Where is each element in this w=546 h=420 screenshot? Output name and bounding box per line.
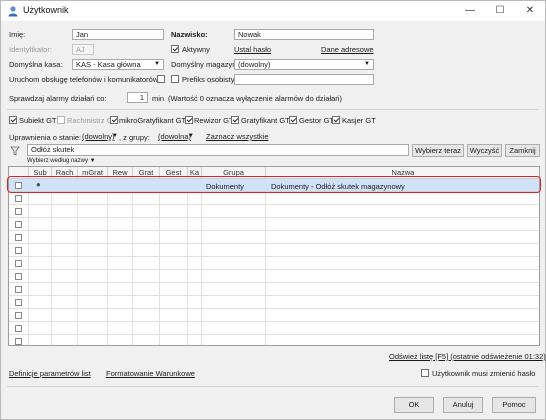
row-checkbox[interactable]: [15, 338, 22, 345]
last-name-field[interactable]: Nowak: [234, 29, 374, 40]
role-rewizor-label: Rewizor GT: [194, 116, 234, 125]
chevron-down-icon: ▼: [188, 133, 194, 139]
column-header-rach[interactable]: Rach: [52, 167, 78, 179]
default-register-value: KAS - Kasa główna: [76, 60, 141, 69]
role-gratyfikant-label: Gratyfikant GT: [241, 116, 290, 125]
row-checkbox[interactable]: [15, 299, 22, 306]
column-header-select[interactable]: [9, 167, 29, 179]
set-password-link[interactable]: Ustal hasło: [234, 45, 271, 54]
first-name-label: Imię:: [9, 30, 26, 39]
must-change-password-label: Użytkownik musi zmienić hasło: [432, 369, 536, 378]
column-header-rew[interactable]: Rew: [108, 167, 133, 179]
phone-service-checkbox[interactable]: [157, 75, 165, 83]
identifier-label: Identyfikator:: [9, 45, 52, 54]
column-header-gest[interactable]: Gest: [160, 167, 188, 179]
row-checkbox[interactable]: [15, 208, 22, 215]
maximize-button[interactable]: ☐: [485, 1, 515, 21]
column-header-sub[interactable]: Sub: [29, 167, 52, 179]
choose-now-button[interactable]: Wybierz teraz: [412, 144, 464, 157]
minimize-button[interactable]: —: [455, 1, 485, 21]
column-header-nazwa[interactable]: Nazwa: [266, 167, 539, 179]
row-checkbox[interactable]: [15, 221, 22, 228]
list-parameters-link[interactable]: Definicje parametrów list: [9, 369, 91, 378]
row-checkbox[interactable]: [15, 286, 22, 293]
conditional-formatting-link[interactable]: Formatowanie Warunkowe: [106, 369, 195, 378]
alarm-label: Sprawdzaj alarmy działań co:: [9, 94, 107, 103]
column-header-ka[interactable]: Ka: [188, 167, 202, 179]
chevron-down-icon: ▼: [112, 133, 118, 139]
group-filter-label: , z grupy:: [119, 133, 150, 142]
grid-lines: [9, 192, 539, 345]
alarm-note: (Wartość 0 oznacza wyłączenie alarmów do…: [168, 94, 342, 103]
first-name-field[interactable]: Jan: [72, 29, 164, 40]
cancel-button[interactable]: Anuluj: [443, 397, 483, 413]
chevron-down-icon: ▼: [364, 61, 370, 67]
help-button[interactable]: Pomoc: [492, 397, 536, 413]
role-gestor-label: Gestor GT: [299, 116, 335, 125]
row-checkbox[interactable]: [15, 234, 22, 241]
window-title: Użytkownik: [23, 5, 69, 15]
role-gratyfikant-checkbox[interactable]: [231, 116, 239, 124]
personal-prefix-checkbox[interactable]: [171, 75, 179, 83]
alarm-interval-field[interactable]: 1: [127, 92, 148, 103]
default-warehouse-value: (dowolny): [238, 60, 271, 69]
close-search-button[interactable]: Zamknij: [505, 144, 540, 157]
phone-service-label: Uruchom obsługę telefonów i komunikatoró…: [9, 75, 159, 84]
divider: [7, 109, 539, 110]
identifier-field[interactable]: AJ: [72, 44, 94, 55]
default-register-select[interactable]: KAS - Kasa główna ▼: [72, 59, 164, 70]
address-data-link[interactable]: Dane adresowe: [321, 45, 374, 54]
refresh-list-link[interactable]: Odśwież listę [F5] (ostatnie odświeżenie…: [389, 352, 546, 361]
permissions-grid: Sub Rach mGrat Rew Grat Gest Ka Grupa Na…: [8, 166, 540, 346]
select-all-link[interactable]: Zaznacz wszystkie: [206, 132, 269, 141]
choose-by-name-dropdown[interactable]: Wybierz według nazwy ▼: [27, 158, 96, 164]
personal-prefix-label: Prefiks osobisty:: [182, 75, 237, 84]
role-subiekt-label: Subiekt GT: [19, 116, 57, 125]
user-window: Użytkownik — ☐ ✕ Imię: Jan Nazwisko: Now…: [0, 0, 546, 420]
column-header-grupa[interactable]: Grupa: [202, 167, 266, 179]
status-filter-label: Uprawnienia o stanie:: [9, 133, 82, 142]
last-name-label: Nazwisko:: [171, 30, 208, 39]
chevron-down-icon: ▼: [154, 61, 160, 67]
row-checkbox[interactable]: [15, 325, 22, 332]
choose-by-name-label: Wybierz według nazwy: [27, 158, 88, 164]
role-mikrogratyfikant-checkbox[interactable]: [110, 116, 118, 124]
group-filter-dropdown[interactable]: (dowolna): [158, 132, 191, 141]
row-checkbox[interactable]: [15, 182, 22, 189]
row-checkbox[interactable]: [15, 260, 22, 267]
row-checkbox[interactable]: [15, 312, 22, 319]
default-register-label: Domyślna kasa:: [9, 60, 63, 69]
user-icon: [8, 6, 18, 17]
column-header-mgrat[interactable]: mGrat: [78, 167, 108, 179]
close-button[interactable]: ✕: [515, 1, 545, 21]
ok-button[interactable]: OK: [394, 397, 434, 413]
default-warehouse-select[interactable]: (dowolny) ▼: [234, 59, 374, 70]
row-checkbox[interactable]: [15, 195, 22, 202]
permission-search-field[interactable]: Odłóż skutek: [27, 144, 409, 156]
active-label: Aktywny: [182, 45, 210, 54]
role-gestor-checkbox[interactable]: [289, 116, 297, 124]
status-filter-dropdown[interactable]: (dowolny): [82, 132, 115, 141]
default-warehouse-label: Domyślny magazyn:: [171, 60, 239, 69]
role-mikrogratyfikant-label: mikroGratyfikant GT: [119, 116, 187, 125]
row-name: Dokumenty - Odłóż skutek magazynowy: [271, 182, 405, 191]
role-rachmistrz-checkbox[interactable]: [57, 116, 65, 124]
role-kasjer-checkbox[interactable]: [332, 116, 340, 124]
row-checkbox[interactable]: [15, 247, 22, 254]
personal-prefix-field[interactable]: [234, 74, 374, 85]
column-header-grat[interactable]: Grat: [133, 167, 160, 179]
active-checkbox[interactable]: [171, 45, 179, 53]
clear-button[interactable]: Wyczyść: [467, 144, 502, 157]
row-checkbox[interactable]: [15, 273, 22, 280]
filter-icon[interactable]: [10, 146, 20, 156]
divider: [7, 386, 539, 387]
must-change-password-checkbox[interactable]: [421, 369, 429, 377]
row-group: Dokumenty: [206, 182, 244, 191]
alarm-unit: min: [152, 94, 165, 103]
sub-permission-mark: ●: [36, 180, 41, 189]
role-kasjer-label: Kasjer GT: [342, 116, 376, 125]
role-subiekt-checkbox[interactable]: [9, 116, 17, 124]
title-bar: Użytkownik — ☐ ✕: [1, 1, 545, 21]
role-rewizor-checkbox[interactable]: [185, 116, 193, 124]
